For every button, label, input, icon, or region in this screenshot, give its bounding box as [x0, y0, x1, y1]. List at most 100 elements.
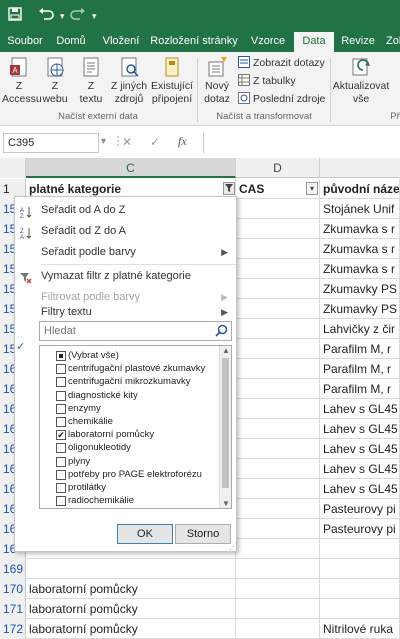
cell-e[interactable]: Lahev s GL45: [320, 399, 400, 419]
cell-e[interactable]: Pasteurovy pi: [320, 519, 400, 539]
cell-e[interactable]: Pasteurovy pi: [320, 499, 400, 519]
tab-zobrazeni[interactable]: Zobr: [386, 32, 400, 52]
tab-vzorce[interactable]: Vzorce: [248, 32, 288, 52]
cell-e[interactable]: [320, 559, 400, 579]
checkbox-icon[interactable]: [56, 469, 66, 480]
checkbox-icon[interactable]: [56, 377, 66, 388]
new-query-button[interactable]: Nový dotaz: [200, 54, 234, 106]
sort-z-a-item[interactable]: ZA Seřadit od Z do A: [15, 220, 236, 242]
namebox-dropdown-icon[interactable]: ▾: [101, 136, 106, 147]
filter-value-item[interactable]: enzymy: [40, 402, 220, 416]
cell-d[interactable]: [236, 319, 320, 339]
filter-value-item[interactable]: plyny: [40, 455, 220, 469]
cell-d[interactable]: [236, 379, 320, 399]
filter-value-item[interactable]: centrifugační plastové zkumavky: [40, 362, 220, 376]
checkbox-icon[interactable]: [56, 456, 66, 467]
checkbox-icon[interactable]: [56, 364, 66, 375]
select-all-corner[interactable]: [0, 158, 26, 178]
cell-e[interactable]: [320, 579, 400, 599]
cell-c[interactable]: laboratorní pomůcky: [26, 579, 236, 599]
clear-filter-item[interactable]: Vymazat filtr z platné kategorie: [15, 265, 236, 287]
cell-d[interactable]: [236, 399, 320, 419]
cell-d[interactable]: [236, 359, 320, 379]
cell-d[interactable]: [236, 259, 320, 279]
cell-d[interactable]: [236, 479, 320, 499]
from-access-button[interactable]: A Z Accessu: [2, 54, 42, 106]
cell-e[interactable]: Lahvičky z čir: [320, 319, 400, 339]
checkbox-icon[interactable]: [56, 443, 66, 454]
tab-vlozeni[interactable]: Vložení: [98, 32, 144, 52]
checkbox-icon[interactable]: [56, 483, 66, 493]
cell-e[interactable]: [320, 539, 400, 559]
cell-d[interactable]: [236, 499, 320, 519]
tab-soubor[interactable]: Soubor: [4, 32, 46, 52]
cell-d[interactable]: [236, 299, 320, 319]
insert-function-icon[interactable]: fx: [178, 134, 187, 149]
checkbox-icon[interactable]: [56, 390, 66, 401]
column-header-c[interactable]: C: [26, 158, 236, 178]
tab-revize[interactable]: Revize: [340, 32, 376, 52]
cell-d[interactable]: [236, 279, 320, 299]
resize-grip-icon[interactable]: ⋰: [229, 541, 238, 552]
cell-c[interactable]: laboratorní pomůcky: [26, 599, 236, 619]
cell-e[interactable]: Stojánek Unif: [320, 199, 400, 219]
cell-e[interactable]: Lahev s GL45: [320, 459, 400, 479]
checkbox-icon[interactable]: [56, 403, 66, 414]
filter-search-input[interactable]: [40, 322, 210, 340]
cell-d[interactable]: [236, 579, 320, 599]
filter-active-icon[interactable]: [223, 182, 235, 195]
cell-e[interactable]: [320, 599, 400, 619]
row-number[interactable]: 170: [0, 579, 26, 599]
cell-e[interactable]: Lahev s GL45: [320, 439, 400, 459]
customize-toolbar-icon[interactable]: ▾: [92, 6, 97, 26]
show-queries-button[interactable]: Zobrazit dotazy: [238, 55, 325, 71]
redo-icon[interactable]: [70, 6, 86, 26]
cell-d[interactable]: [236, 339, 320, 359]
cell-d[interactable]: [236, 419, 320, 439]
filter-value-item[interactable]: protilátky: [40, 481, 220, 495]
filter-dropdown-icon[interactable]: ▾: [306, 182, 318, 195]
filter-value-item[interactable]: diagnostické kity: [40, 389, 220, 403]
existing-connections-button[interactable]: Existující připojení: [150, 54, 194, 106]
cell-e[interactable]: Nitrilové ruka: [320, 619, 400, 639]
cell-e[interactable]: Parafilm M, r: [320, 379, 400, 399]
cell-d[interactable]: [236, 539, 320, 559]
cell-e[interactable]: Parafilm M, r: [320, 339, 400, 359]
filter-value-item[interactable]: centrifugační mikrozkumavky: [40, 375, 220, 389]
from-table-button[interactable]: Z tabulky: [238, 73, 296, 89]
save-icon[interactable]: [8, 6, 22, 26]
text-filters-item[interactable]: Filtry textu ▶: [15, 301, 236, 323]
cell-e[interactable]: Lahev s GL45: [320, 479, 400, 499]
row-number[interactable]: 172: [0, 619, 26, 639]
filter-value-item[interactable]: chemikálie: [40, 415, 220, 429]
cell-c[interactable]: laboratorní pomůcky: [26, 619, 236, 639]
cell-d[interactable]: [236, 619, 320, 639]
cell-d[interactable]: [236, 239, 320, 259]
undo-dropdown-icon[interactable]: ▾: [60, 6, 65, 26]
cell-d[interactable]: [236, 439, 320, 459]
filter-value-item[interactable]: potřeby pro PAGE elektroforézu: [40, 468, 220, 482]
cell-e[interactable]: Zkumavka s r: [320, 219, 400, 239]
scroll-down-icon[interactable]: ▼: [222, 499, 230, 508]
tab-domu[interactable]: Domů: [54, 32, 88, 52]
checked-checkbox-icon[interactable]: ✔: [56, 430, 66, 441]
column-header-e[interactable]: [320, 158, 400, 178]
row-number[interactable]: 171: [0, 599, 26, 619]
cancel-icon[interactable]: ✕: [122, 135, 132, 149]
enter-icon[interactable]: ✓: [150, 135, 160, 149]
undo-icon[interactable]: [38, 6, 54, 26]
cell-d[interactable]: [236, 519, 320, 539]
ok-button[interactable]: OK: [117, 524, 173, 544]
cancel-button[interactable]: Storno: [175, 524, 231, 544]
name-box[interactable]: C395: [3, 133, 99, 153]
filter-value-item[interactable]: radiochemikálie: [40, 494, 220, 508]
from-text-button[interactable]: Z textu: [74, 54, 108, 106]
sort-by-color-item[interactable]: Seřadit podle barvy ▶: [15, 241, 236, 263]
tab-data[interactable]: Data: [294, 32, 334, 52]
cell-d[interactable]: [236, 199, 320, 219]
list-scrollbar[interactable]: ▲ ▼: [219, 346, 231, 508]
column-header-d[interactable]: D: [236, 158, 320, 178]
scroll-thumb[interactable]: [222, 358, 229, 488]
scroll-up-icon[interactable]: ▲: [222, 346, 230, 355]
cell-d[interactable]: [236, 599, 320, 619]
